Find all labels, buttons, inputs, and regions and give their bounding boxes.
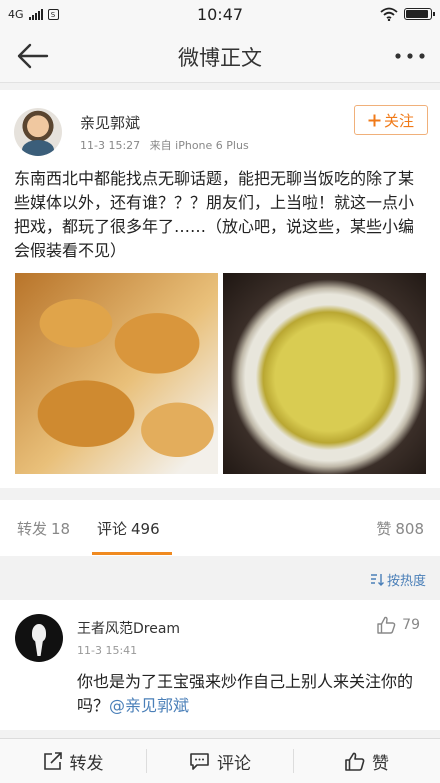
- thumbs-up-icon: [345, 752, 365, 771]
- status-time: 10:47: [196, 5, 244, 24]
- tab-repost-label: 转发: [17, 520, 48, 538]
- tab-comment[interactable]: 评论 496: [97, 518, 160, 539]
- comment-mention-link[interactable]: @亲见郭斌: [109, 696, 189, 715]
- repost-button[interactable]: 转发: [0, 739, 146, 783]
- battery-icon: [404, 8, 435, 20]
- nav-bar: 微博正文: [0, 30, 440, 83]
- post-date: 11-3 15:27: [80, 139, 141, 152]
- comment-like-button[interactable]: 79: [377, 616, 420, 634]
- commenter-avatar[interactable]: [15, 614, 63, 662]
- comment-button[interactable]: 评论: [147, 739, 293, 783]
- plus-icon: [368, 114, 381, 126]
- page-title: 微博正文: [178, 46, 262, 70]
- like-label: 赞: [372, 753, 389, 774]
- like-button[interactable]: 赞: [294, 739, 440, 783]
- repost-icon: [43, 752, 62, 770]
- post-source: 来自 iPhone 6 Plus: [149, 139, 249, 152]
- comment-time: 11-3 15:41: [77, 644, 138, 657]
- status-bar: 4G S 10:47: [0, 0, 440, 30]
- thumbs-up-icon: [377, 616, 396, 634]
- author-avatar[interactable]: [14, 108, 62, 156]
- comment-label: 评论: [217, 753, 251, 774]
- sort-by-hot-button[interactable]: 按热度: [370, 570, 426, 589]
- tab-like-label: 赞: [376, 520, 392, 538]
- active-tab-indicator: [92, 552, 172, 555]
- status-right: [380, 7, 435, 21]
- repost-label: 转发: [69, 753, 104, 774]
- comment-item: 王者风范Dream 11-3 15:41 79 你也是为了王宝强来炒作自己上别人…: [0, 600, 440, 730]
- post-meta: 11-3 15:27 来自 iPhone 6 Plus: [80, 137, 249, 153]
- comment-like-count: 79: [402, 617, 420, 633]
- sort-bar: 按热度: [0, 556, 440, 600]
- sort-label: 按热度: [386, 574, 426, 589]
- post-card: 亲见郭斌 11-3 15:27 来自 iPhone 6 Plus 关注 东南西北…: [0, 90, 440, 488]
- post-image-fried-dough[interactable]: [15, 273, 218, 474]
- follow-button[interactable]: 关注: [354, 105, 428, 135]
- tab-repost[interactable]: 转发 18: [17, 518, 70, 539]
- post-image-millet-porridge[interactable]: [223, 273, 426, 474]
- wifi-icon: [380, 7, 398, 21]
- tab-like[interactable]: 赞 808: [376, 518, 424, 539]
- ellipsis-icon[interactable]: [392, 42, 428, 70]
- tab-repost-count: 18: [51, 520, 71, 538]
- bottom-action-bar: 转发 评论 赞: [0, 738, 440, 783]
- comment-icon: [190, 752, 209, 770]
- post-tabs: 转发 18 评论 496 赞 808: [0, 500, 440, 557]
- commenter-name[interactable]: 王者风范Dream: [77, 618, 180, 638]
- follow-label: 关注: [383, 111, 414, 130]
- tab-comment-count: 496: [131, 520, 160, 538]
- tab-like-count: 808: [395, 520, 424, 538]
- comment-text: 你也是为了王宝强来炒作自己上别人来关注你的吗？@亲见郭斌: [77, 670, 427, 718]
- tab-comment-label: 评论: [97, 520, 128, 538]
- sort-icon: [370, 574, 384, 586]
- author-name[interactable]: 亲见郭斌: [80, 112, 140, 133]
- battery-level: [406, 10, 429, 18]
- post-text: 东南西北中都能找点无聊话题，能把无聊当饭吃的除了某些媒体以外，还有谁？？？朋友们…: [14, 169, 415, 260]
